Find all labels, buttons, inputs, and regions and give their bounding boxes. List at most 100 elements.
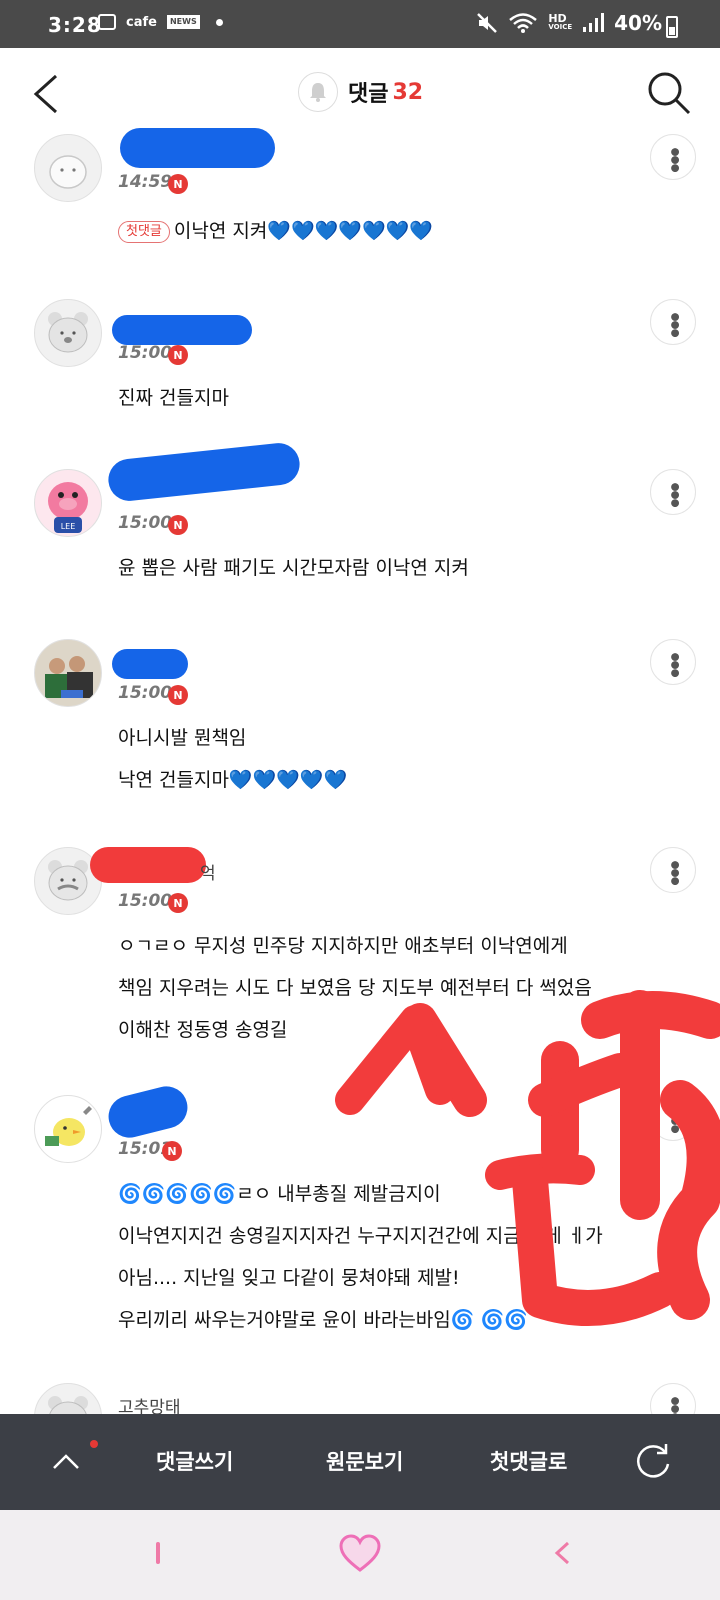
new-badge: N: [168, 174, 188, 194]
write-comment-button[interactable]: 댓글쓰기: [156, 1446, 233, 1476]
avatar[interactable]: [34, 639, 102, 707]
more-options-button[interactable]: •••: [650, 847, 696, 893]
comment-line: 이낙연지지건 송영길지지자건 누구지지건간에 지금 그게 ㅔ가: [118, 1225, 603, 1247]
comment-time: 14:59: [118, 172, 173, 192]
redacted-nickname: [112, 649, 188, 679]
wifi-icon: [509, 13, 538, 33]
nickname-suffix: 억: [200, 864, 216, 884]
comment-item: 15:01 N ••• 🌀🌀🌀🌀🌀ㄹㅇ 내부총질 제발금지이 이낙연지지건 송영…: [0, 1069, 720, 1358]
comment-line: 진짜 건들지마: [118, 387, 229, 409]
bottom-action-bar: 댓글쓰기 원문보기 첫댓글로: [0, 1414, 720, 1510]
comment-time: 15:00: [118, 343, 173, 363]
view-original-button[interactable]: 원문보기: [326, 1446, 403, 1476]
comment-body: 첫댓글 이낙연 지켜💙💙💙💙💙💙💙: [118, 210, 433, 252]
avatar-shirt-text: LEE: [61, 522, 76, 531]
comment-time: 15:00: [118, 683, 173, 703]
more-vertical-icon: •••: [661, 649, 686, 675]
recent-apps-button[interactable]: [156, 1542, 160, 1564]
more-vertical-icon: •••: [661, 479, 686, 505]
bear-profile-icon: [48, 1396, 88, 1414]
comment-item: 15:00 N ••• 아니시발 뭔책임 낙연 건들지마💙💙💙💙💙: [0, 613, 720, 822]
more-options-button[interactable]: •••: [650, 639, 696, 685]
comment-item: 15:00 N ••• 진짜 건들지마: [0, 273, 720, 444]
home-button[interactable]: [338, 1534, 382, 1578]
refresh-icon: [637, 1444, 670, 1478]
avatar[interactable]: [34, 134, 102, 202]
unread-dot: [90, 1440, 98, 1448]
signal-icon: [583, 13, 605, 32]
avatar[interactable]: LEE: [34, 469, 102, 537]
back-button[interactable]: [28, 72, 68, 116]
more-options-button[interactable]: •••: [650, 299, 696, 345]
comment-body: ㅇㄱㄹㅇ 무지성 민주당 지지하지만 애초부터 이낙연에게 책임 지우려는 시도…: [118, 925, 592, 1051]
comment-line: 낙연 건들지마💙💙💙💙💙: [118, 769, 348, 791]
go-first-comment-button[interactable]: 첫댓글로: [490, 1446, 567, 1476]
refresh-button[interactable]: [632, 1440, 674, 1482]
more-options-button[interactable]: •••: [650, 469, 696, 515]
comment-item: 억 15:00 N ••• ㅇㄱㄹㅇ 무지성 민주당 지지하지만 애초부터 이낙…: [0, 821, 720, 1070]
default-profile-icon: [49, 155, 87, 189]
comment-line: 책임 지우려는 시도 다 보였음 당 지도부 예전부터 다 썩었음: [118, 977, 592, 999]
heart-home-icon: [339, 1534, 381, 1572]
comments-header: 댓글 32: [0, 48, 720, 139]
chevron-left-icon: [33, 74, 58, 114]
bell-icon: [310, 83, 326, 102]
mustache-bear-profile-icon: [48, 860, 88, 901]
new-badge: N: [168, 515, 188, 535]
bear-profile-icon: [48, 312, 88, 353]
notification-dot-icon: [215, 18, 223, 26]
scroll-top-button[interactable]: [46, 1442, 86, 1482]
system-back-button[interactable]: [552, 1540, 572, 1570]
more-options-button[interactable]: •••: [650, 134, 696, 180]
redacted-nickname: [112, 315, 252, 345]
comment-item: 고추망태 •••: [0, 1357, 720, 1414]
comment-item: LEE 15:00 N ••• 윤 뽑은 사람 패기도 시간모자람 이낙연 지켜: [0, 441, 720, 614]
first-comment-badge: 첫댓글: [118, 220, 170, 243]
pink-beaver-profile-icon: LEE: [48, 482, 88, 533]
comment-body: 윤 뽑은 사람 패기도 시간모자람 이낙연 지켜: [118, 547, 469, 589]
news-icon: NEWS: [166, 15, 200, 29]
comment-line: 아니시발 뭔책임: [118, 727, 247, 749]
new-badge: N: [168, 893, 188, 913]
more-options-button[interactable]: •••: [650, 1095, 696, 1141]
comment-line: 윤 뽑은 사람 패기도 시간모자람 이낙연 지켜: [118, 557, 469, 579]
redacted-nickname: [90, 847, 206, 883]
search-button[interactable]: [646, 70, 692, 116]
comment-time: 15:00: [118, 891, 173, 911]
status-time: 3:28: [48, 13, 102, 37]
comment-line: 아님.... 지난일 잊고 다같이 뭉쳐야돼 제발!: [118, 1267, 460, 1289]
status-bar: 3:28 cafe NEWS HD VOICE 40%: [0, 0, 720, 48]
photo-profile-icon: [35, 640, 101, 706]
battery-percent: 40%: [614, 11, 662, 35]
chevron-up-icon: [53, 1454, 79, 1469]
system-nav-bar: [0, 1510, 720, 1600]
comment-body: 진짜 건들지마: [118, 377, 229, 419]
chevron-left-icon: [554, 1541, 570, 1565]
avatar[interactable]: [34, 1383, 102, 1414]
more-vertical-icon: •••: [661, 857, 686, 883]
voice-label: VOICE: [548, 23, 573, 31]
search-icon: [648, 72, 691, 115]
chick-profile-icon: [45, 1106, 92, 1146]
header-center: 댓글 32: [298, 72, 423, 112]
comment-line: 우리끼리 싸우는거야말로 윤이 바라는바임🌀 🌀🌀: [118, 1309, 528, 1331]
status-system-icons: HD VOICE 40%: [476, 11, 662, 35]
hd-label: HD: [548, 12, 567, 25]
comment-item: 14:59 N ••• 첫댓글 이낙연 지켜💙💙💙💙💙💙💙: [0, 128, 720, 274]
comment-line: 이해찬 정동영 송영길: [118, 1019, 288, 1041]
avatar[interactable]: [34, 1095, 102, 1163]
avatar[interactable]: [34, 299, 102, 367]
more-options-button[interactable]: •••: [650, 1383, 696, 1414]
cafe-label: cafe: [126, 14, 157, 30]
page-title: 댓글: [348, 82, 389, 107]
redacted-nickname: [104, 1081, 192, 1143]
hd-voice-icon: HD VOICE: [548, 12, 573, 32]
redacted-nickname: [120, 128, 275, 168]
more-vertical-icon: •••: [661, 1105, 686, 1131]
more-vertical-icon: •••: [661, 144, 686, 170]
new-badge: N: [168, 685, 188, 705]
comment-nickname: 고추망태: [118, 1398, 181, 1414]
notification-bell-button[interactable]: [298, 72, 338, 112]
comment-line: ㅇㄱㄹㅇ 무지성 민주당 지지하지만 애초부터 이낙연에게: [118, 935, 568, 957]
battery-icon: [666, 16, 678, 38]
